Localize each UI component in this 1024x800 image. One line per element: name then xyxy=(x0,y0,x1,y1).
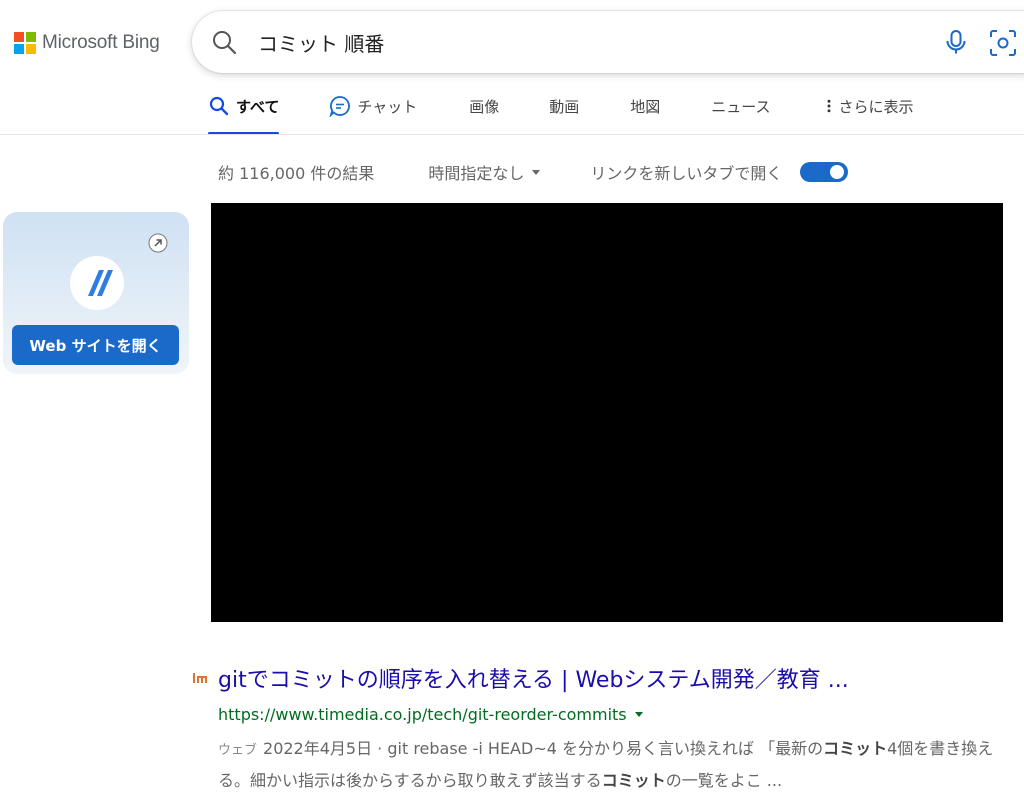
search-icon[interactable] xyxy=(210,28,238,56)
tab-label: チャット xyxy=(357,97,418,116)
tab-videos[interactable]: 動画 xyxy=(549,88,579,124)
new-tab-label: リンクを新しいタブで開く xyxy=(590,164,783,183)
open-website-button[interactable]: Web サイトを開く xyxy=(12,325,179,365)
snippet-highlight: コミット xyxy=(601,771,666,790)
web-badge: ウェブ xyxy=(218,743,258,758)
site-logo xyxy=(70,256,124,310)
snippet-text: 2022年4月5日 · git rebase -i HEAD~4 を分かり易く言… xyxy=(263,739,824,758)
snippet-text: の一覧をよこ ... xyxy=(665,771,783,790)
result-snippet: ウェブ 2022年4月5日 · git rebase -i HEAD~4 を分かり… xyxy=(218,734,1018,796)
url-options-caret-icon[interactable] xyxy=(634,712,643,717)
result-count: 約 116,000 件の結果 xyxy=(218,164,375,183)
search-icon xyxy=(209,96,229,116)
tab-news[interactable]: ニュース xyxy=(711,88,770,124)
bing-logo[interactable]: Microsoft Bing xyxy=(14,31,160,55)
result-title-link[interactable]: gitでコミットの順序を入れ替える | Webシステム開発／教育 ... xyxy=(218,662,1018,694)
tab-chat[interactable]: チャット xyxy=(329,88,417,124)
site-logo-icon xyxy=(88,270,113,296)
header-divider xyxy=(0,134,1024,135)
tab-label: 画像 xyxy=(469,97,500,116)
snippet-highlight: コミット xyxy=(823,739,888,758)
video-player[interactable] xyxy=(211,203,1003,622)
tab-more[interactable]: さらに表示 xyxy=(825,88,914,124)
search-scope-tabs: すべて チャット 画像 動画 地図 ニュース さらに表示 xyxy=(208,88,914,135)
search-box[interactable] xyxy=(192,11,1024,73)
more-vertical-icon xyxy=(827,99,830,113)
time-filter-label: 時間指定なし xyxy=(428,164,525,183)
external-link-icon[interactable] xyxy=(148,233,168,253)
tab-maps[interactable]: 地図 xyxy=(630,88,660,124)
visual-search-icon[interactable] xyxy=(988,28,1018,58)
mic-icon[interactable] xyxy=(942,28,970,56)
results-toolbar: 約 116,000 件の結果 時間指定なし リンクを新しいタブで開く xyxy=(218,158,849,186)
site-preview-card: Web サイトを開く xyxy=(3,212,189,374)
result-url-row: https://www.timedia.co.jp/tech/git-reord… xyxy=(218,705,643,724)
tab-label: すべて xyxy=(236,97,280,116)
new-tab-toggle[interactable] xyxy=(800,162,849,182)
time-filter-dropdown[interactable]: 時間指定なし xyxy=(428,160,541,184)
tab-all[interactable]: すべて xyxy=(208,88,280,135)
tab-images[interactable]: 画像 xyxy=(469,88,499,124)
tab-label: 動画 xyxy=(549,97,580,116)
search-input[interactable] xyxy=(258,25,858,59)
chat-icon xyxy=(329,96,351,117)
toggle-knob xyxy=(830,165,845,179)
chevron-down-icon xyxy=(532,169,541,175)
microsoft-logo-icon xyxy=(14,32,36,54)
tab-label: ニュース xyxy=(711,97,771,116)
site-favicon-icon xyxy=(193,673,207,683)
result-url[interactable]: https://www.timedia.co.jp/tech/git-reord… xyxy=(218,705,627,724)
brand-name: Microsoft Bing xyxy=(42,32,160,53)
tab-label: 地図 xyxy=(630,97,661,116)
tab-label: さらに表示 xyxy=(838,97,914,116)
